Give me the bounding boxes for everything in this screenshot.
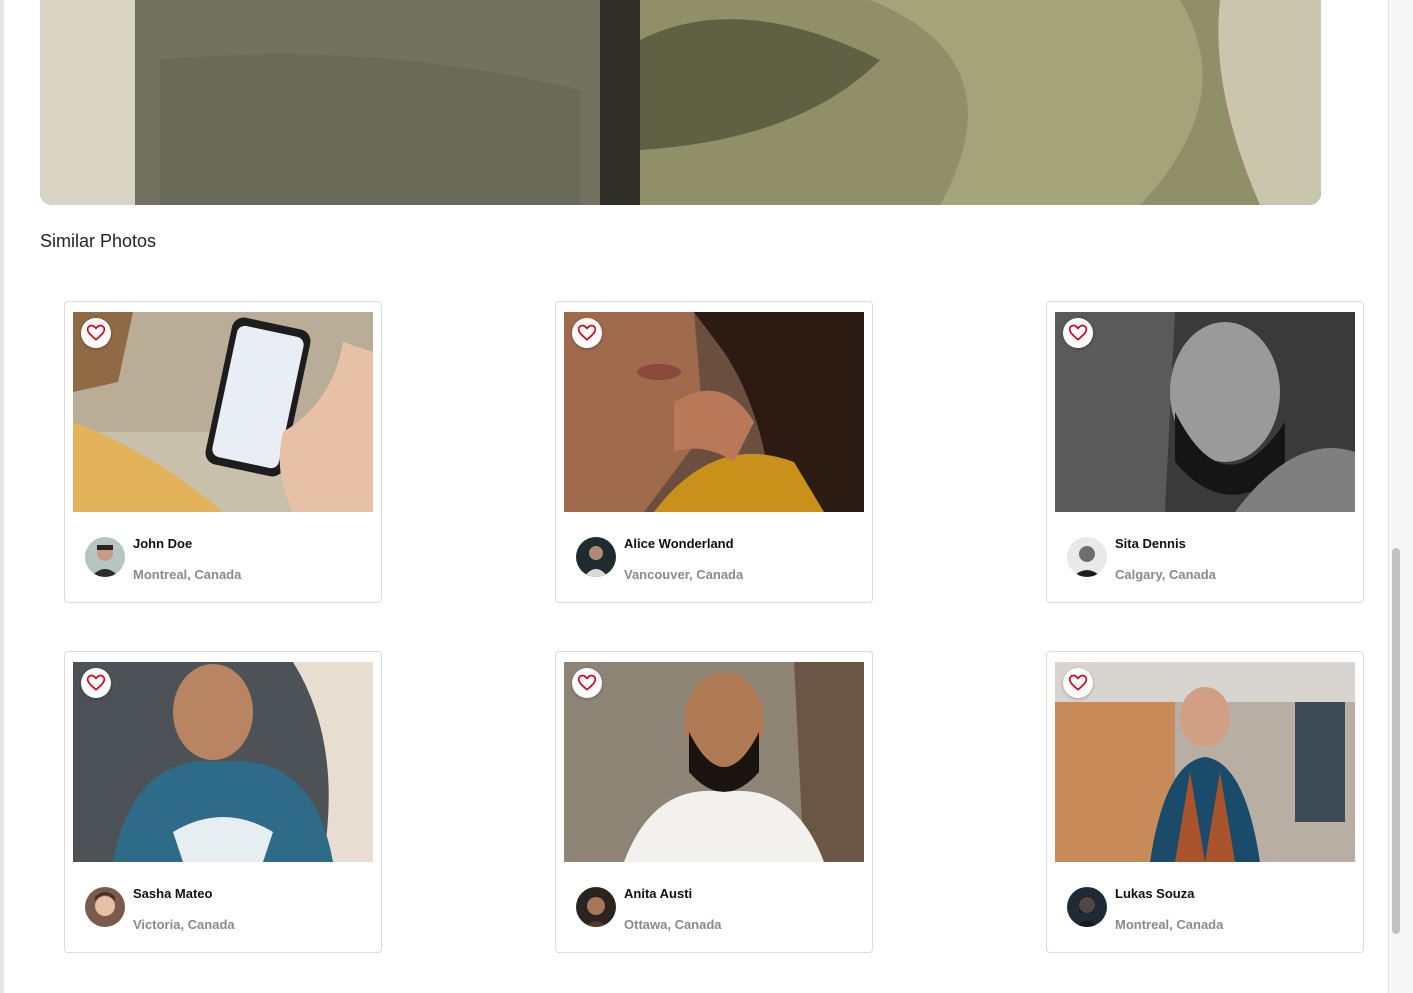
heart-icon: [577, 674, 597, 691]
scrollbar-thumb[interactable]: [1392, 548, 1400, 934]
photographer-location: Calgary, Canada: [1115, 567, 1216, 582]
photographer-location: Vancouver, Canada: [624, 567, 744, 582]
card-photo-image: [564, 312, 864, 512]
card-photo[interactable]: [564, 662, 864, 862]
photographer-name: John Doe: [133, 536, 193, 551]
photographer-name: Anita Austi: [624, 886, 693, 901]
favorite-button[interactable]: [572, 318, 602, 348]
card-photo-image: [1055, 662, 1355, 862]
page-left-edge: [0, 0, 4, 993]
favorite-button[interactable]: [1063, 318, 1093, 348]
favorite-button[interactable]: [1063, 668, 1093, 698]
heart-icon: [577, 324, 597, 341]
avatar: [1067, 887, 1107, 927]
photo-card[interactable]: Sita Dennis Calgary, Canada: [1046, 301, 1364, 603]
photographer-location: Montreal, Canada: [1115, 917, 1224, 932]
card-photo[interactable]: [1055, 662, 1355, 862]
main-photo: [40, 0, 1321, 205]
photo-card[interactable]: Lukas Souza Montreal, Canada: [1046, 651, 1364, 953]
card-photo-image: [73, 662, 373, 862]
photographer-name: Lukas Souza: [1115, 886, 1195, 901]
photographer-name: Alice Wonderland: [624, 536, 734, 551]
card-photo-image: [73, 312, 373, 512]
avatar: [576, 537, 616, 577]
photographer-location: Victoria, Canada: [133, 917, 235, 932]
photographer-name: Sita Dennis: [1115, 536, 1186, 551]
main-photo-image: [40, 0, 1321, 205]
photo-card[interactable]: Sasha Mateo Victoria, Canada: [64, 651, 382, 953]
favorite-button[interactable]: [572, 668, 602, 698]
avatar: [576, 887, 616, 927]
card-photo[interactable]: [73, 662, 373, 862]
photographer-name: Sasha Mateo: [133, 886, 213, 901]
heart-icon: [1068, 674, 1088, 691]
card-photo[interactable]: [564, 312, 864, 512]
photo-card[interactable]: Alice Wonderland Vancouver, Canada: [555, 301, 873, 603]
card-photo[interactable]: [1055, 312, 1355, 512]
heart-icon: [86, 674, 106, 691]
heart-icon: [86, 324, 106, 341]
photo-card[interactable]: Anita Austi Ottawa, Canada: [555, 651, 873, 953]
avatar: [85, 887, 125, 927]
favorite-button[interactable]: [81, 668, 111, 698]
favorite-button[interactable]: [81, 318, 111, 348]
photo-card[interactable]: John Doe Montreal, Canada: [64, 301, 382, 603]
avatar: [85, 537, 125, 577]
section-title: Similar Photos: [40, 231, 157, 251]
avatar: [1067, 537, 1107, 577]
card-photo-image: [1055, 312, 1355, 512]
photographer-location: Ottawa, Canada: [624, 917, 722, 932]
heart-icon: [1068, 324, 1088, 341]
card-photo-image: [564, 662, 864, 862]
photographer-location: Montreal, Canada: [133, 567, 242, 582]
card-photo[interactable]: [73, 312, 373, 512]
